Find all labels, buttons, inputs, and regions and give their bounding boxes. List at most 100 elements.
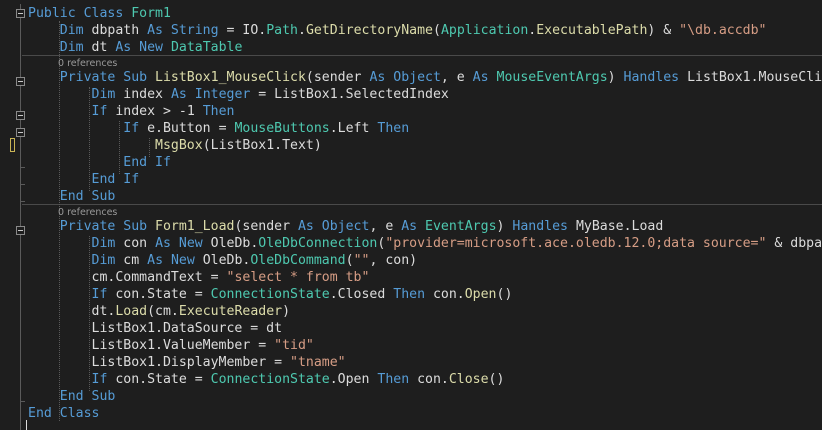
code-line[interactable]: ListBox1.DisplayMember = "tname" xyxy=(28,354,346,371)
plain-token: . xyxy=(297,23,306,38)
text-cursor xyxy=(26,420,27,430)
plain-token: () xyxy=(488,372,505,387)
method-token: MsgBox xyxy=(155,138,203,153)
fold-end-tick xyxy=(20,184,25,185)
code-line[interactable]: ListBox1.ValueMember = "tid" xyxy=(28,337,314,354)
method-token: ExecuteReader xyxy=(178,304,283,319)
type-token: OleDbConnection xyxy=(258,236,378,251)
plain-token: dt. xyxy=(28,304,116,319)
code-line[interactable]: Dim index As Integer = ListBox1.Selected… xyxy=(28,86,449,103)
keyword-token: Dim xyxy=(91,87,124,102)
collapse-if-icon[interactable] xyxy=(16,111,25,120)
keyword-token: Private Sub xyxy=(59,219,156,234)
collapse-if-icon[interactable] xyxy=(16,128,25,137)
unsaved-change-marker xyxy=(10,138,15,152)
type-token: OleDbCommand xyxy=(250,253,346,268)
plain-token: () xyxy=(496,287,513,302)
code-line[interactable]: End Sub xyxy=(28,388,116,405)
code-line[interactable]: If index > -1 Then xyxy=(28,103,235,120)
keyword-token: If xyxy=(91,287,116,302)
plain-token: ( xyxy=(345,253,354,268)
code-line[interactable]: ListBox1.DataSource = dt xyxy=(28,320,283,337)
method-token: Load xyxy=(115,304,148,319)
code-line[interactable]: cm.CommandText = "select * from tb" xyxy=(28,269,370,286)
string-token: "\db.accdb" xyxy=(679,23,767,38)
plain-token: , e xyxy=(440,70,473,85)
code-lens-references[interactable]: 0 references xyxy=(58,208,117,218)
plain-token: cm xyxy=(123,253,148,268)
type-token: DataTable xyxy=(170,40,243,55)
keyword-token: Handles xyxy=(512,219,576,234)
code-line[interactable]: Private Sub ListBox1_MouseClick(sender A… xyxy=(28,69,822,86)
type-token: MouseEventArgs xyxy=(496,70,608,85)
keyword-token: End Sub xyxy=(59,389,116,404)
plain-token: (sender xyxy=(305,70,370,85)
type-token: Form1 xyxy=(131,6,171,21)
plain-token: (ListBox1.Text) xyxy=(202,138,322,153)
code-line[interactable]: Private Sub Form1_Load(sender As Object,… xyxy=(28,218,664,235)
string-token: "select * from tb" xyxy=(226,270,370,285)
code-line[interactable]: End If xyxy=(28,154,171,171)
plain-token: cm.CommandText = xyxy=(28,270,227,285)
plain-token: OleDb. xyxy=(202,253,251,268)
plain-token: = ListBox1.SelectedIndex xyxy=(250,87,449,102)
keyword-token: End If xyxy=(91,172,140,187)
code-line[interactable]: Dim dbpath As String = IO.Path.GetDirect… xyxy=(28,22,767,39)
collapse-sub-icon[interactable] xyxy=(16,77,25,86)
fold-end-tick xyxy=(20,401,25,402)
plain-token: con.State = xyxy=(115,372,211,387)
code-line[interactable]: Dim con As New OleDb.OleDbConnection("pr… xyxy=(28,235,822,252)
plain-token: MyBase.Load xyxy=(575,219,664,234)
code-line[interactable]: End Class xyxy=(28,405,99,422)
plain-token: ListBox1.DataSource = dt xyxy=(28,321,283,336)
plain-token: ( xyxy=(432,23,441,38)
code-line[interactable]: Public Class Form1 xyxy=(28,5,171,22)
code-lens-references[interactable]: 0 references xyxy=(58,59,117,69)
collapse-sub-icon[interactable] xyxy=(16,226,25,235)
code-line[interactable]: End Sub xyxy=(28,188,116,205)
plain-token: ListBox1.MouseClick xyxy=(687,70,822,85)
code-line[interactable]: dt.Load(cm.ExecuteReader) xyxy=(28,303,291,320)
keyword-token: Private Sub xyxy=(59,70,156,85)
method-token: ListBox1_MouseClick xyxy=(155,70,306,85)
plain-token: dt xyxy=(91,40,116,55)
method-separator xyxy=(22,204,822,205)
keyword-token: As New xyxy=(115,40,171,55)
plain-token: .Left xyxy=(329,121,378,136)
code-line[interactable]: MsgBox(ListBox1.Text) xyxy=(28,137,322,154)
collapse-class-icon[interactable] xyxy=(16,9,25,18)
keyword-token: Public Class xyxy=(28,6,132,21)
plain-token: con.State = xyxy=(115,287,211,302)
plain-token: ) xyxy=(496,219,513,234)
keyword-token: As New xyxy=(155,236,211,251)
type-token: EventArgs xyxy=(425,219,497,234)
keyword-token: End Class xyxy=(28,406,100,421)
string-token: "provider=microsoft.ace.oledb.12.0;data … xyxy=(385,236,767,251)
plain-token: ) & xyxy=(647,23,680,38)
code-line[interactable]: If con.State = ConnectionState.Closed Th… xyxy=(28,286,513,303)
type-token: Path xyxy=(266,23,298,38)
plain-token: index > -1 xyxy=(115,104,203,119)
plain-token: index xyxy=(123,87,171,102)
keyword-token: Then xyxy=(377,121,410,136)
code-editor[interactable]: 0 references 0 references Public Class F… xyxy=(0,0,822,430)
code-line[interactable]: Dim dt As New DataTable xyxy=(28,39,243,56)
plain-token: .Closed xyxy=(329,287,394,302)
method-token: Close xyxy=(448,372,489,387)
code-line[interactable]: If con.State = ConnectionState.Open Then… xyxy=(28,371,505,388)
outline-gutter xyxy=(20,4,21,430)
plain-token: = IO. xyxy=(218,23,267,38)
code-line[interactable]: End If xyxy=(28,171,140,188)
code-line[interactable]: Dim cm As New OleDb.OleDbCommand("", con… xyxy=(28,252,418,269)
code-line[interactable]: If e.Button = MouseButtons.Left Then xyxy=(28,120,409,137)
